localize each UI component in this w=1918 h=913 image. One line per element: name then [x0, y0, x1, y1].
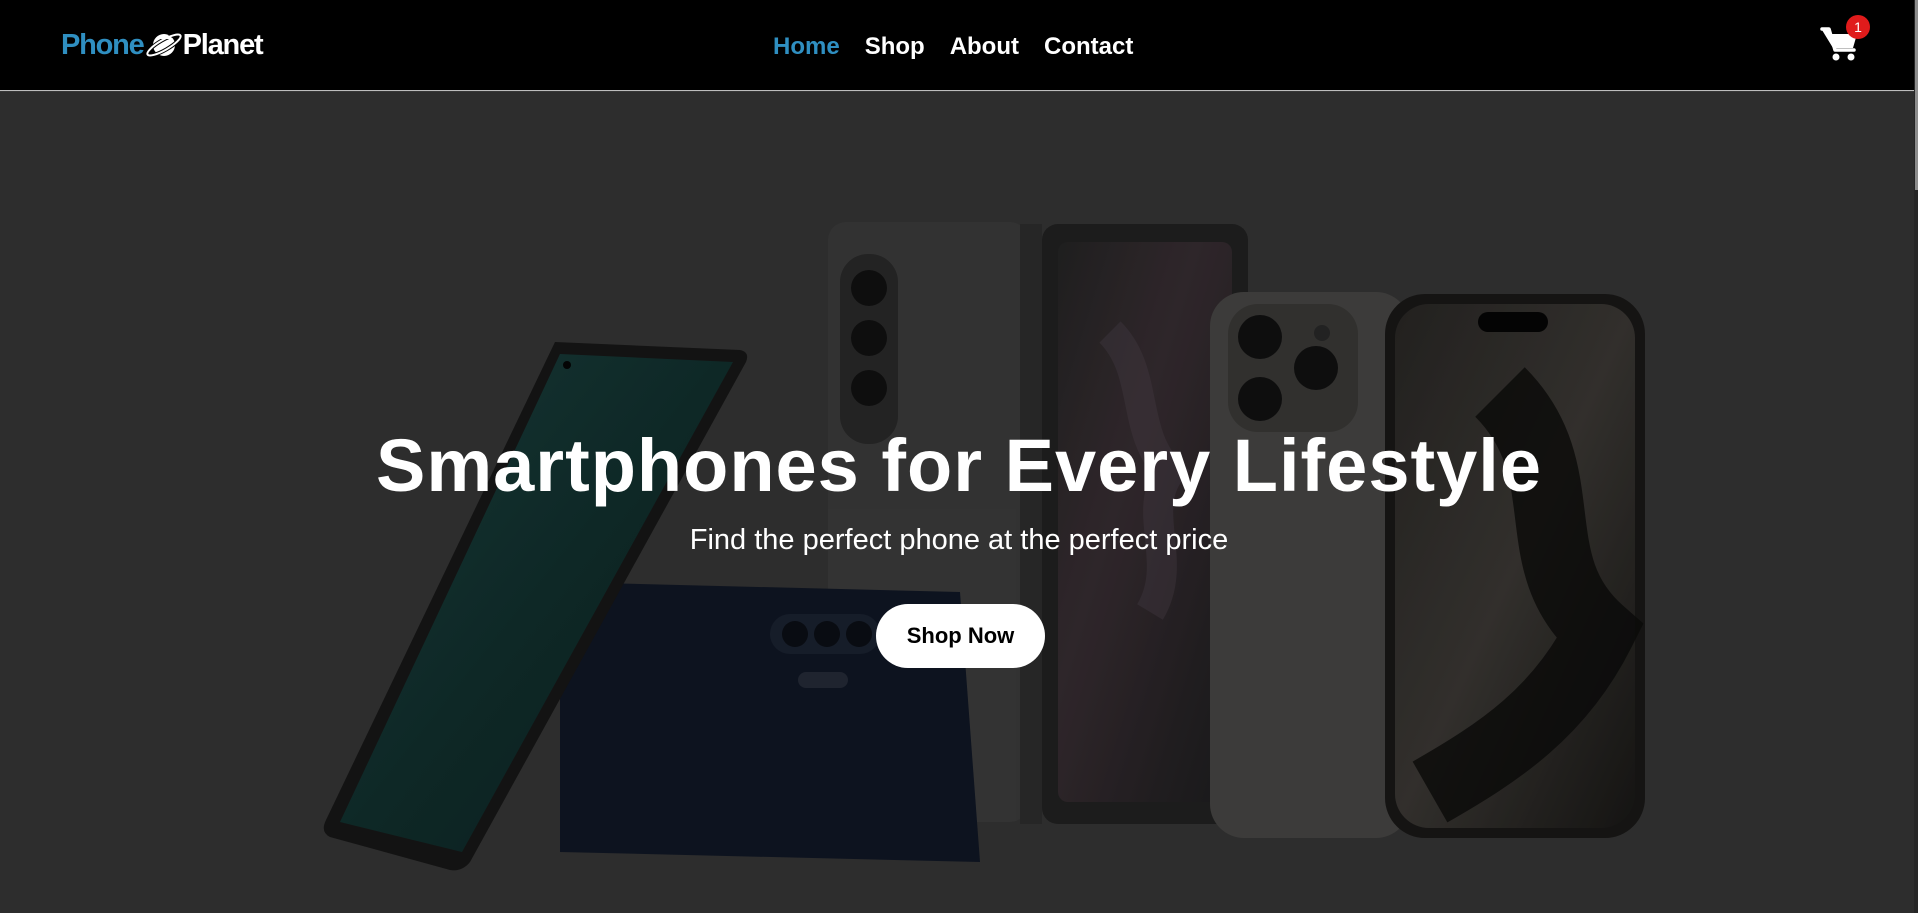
hero-title: Smartphones for Every Lifestyle — [375, 424, 1543, 507]
brand-logo[interactable]: Phone Planet — [61, 28, 264, 62]
shop-now-button[interactable]: Shop Now — [876, 604, 1045, 668]
page-scrollbar[interactable] — [1914, 0, 1918, 913]
main-nav: Home Shop About Contact — [773, 31, 1133, 63]
nav-link-home[interactable]: Home — [773, 31, 840, 63]
hero-subtitle: Find the perfect phone at the perfect pr… — [689, 524, 1229, 556]
nav-link-about[interactable]: About — [950, 31, 1019, 63]
brand-name-part2: Planet — [182, 28, 264, 61]
planet-icon — [145, 32, 182, 58]
hero-section: Smartphones for Every Lifestyle Find the… — [0, 92, 1914, 913]
cart-count-badge: 1 — [1846, 15, 1870, 39]
nav-link-contact[interactable]: Contact — [1044, 31, 1133, 63]
navbar: Phone Planet Home Shop About Contact 1 — [0, 0, 1918, 91]
cart-button[interactable]: 1 — [1820, 15, 1870, 64]
nav-link-shop[interactable]: Shop — [865, 31, 925, 63]
brand-name-part1: Phone — [61, 28, 145, 61]
